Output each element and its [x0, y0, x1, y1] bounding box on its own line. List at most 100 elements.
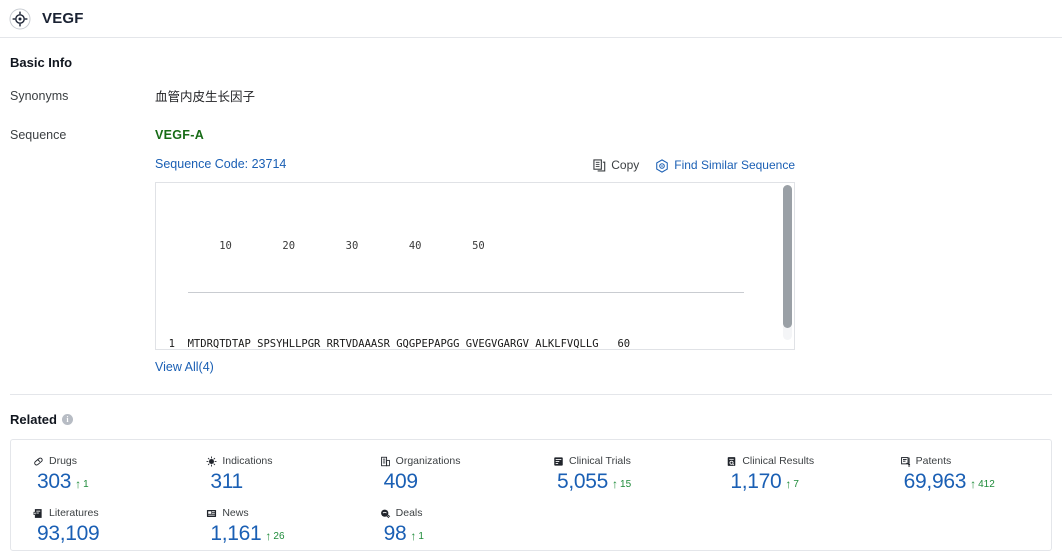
arrow-up-icon: ↑ [75, 477, 82, 491]
sequence-line: 1 MTDRQTDTAP SPSYHLLPGR RRTVDAAASR GQGPE… [156, 335, 794, 350]
sequence-scrollbar-thumb[interactable] [783, 185, 792, 328]
page-title: VEGF [42, 10, 84, 27]
metric-clinical-trials[interactable]: Clinical Trials 5,055 ↑ 15 [531, 454, 704, 494]
related-heading-row: Related i [10, 412, 1052, 427]
metric-head: News [206, 506, 357, 520]
metric-delta: ↑ 1 [75, 477, 89, 491]
metric-value: 69,963 [903, 470, 967, 493]
sequence-scrollbar[interactable] [783, 185, 792, 340]
metric-delta: ↑ 412 [970, 477, 995, 491]
sequence-viewer-content: 10 20 30 40 50 1 MTDRQTDTAP SPSYHLLPGR R… [156, 183, 794, 350]
view-all-link[interactable]: View All(4) [155, 359, 214, 376]
patent-icon [900, 456, 911, 467]
metric-body: 98 ↑ 1 [380, 522, 531, 546]
copy-button[interactable]: Copy [593, 157, 639, 174]
sequence-ruler-ticks: 10 20 30 40 50 [156, 240, 485, 252]
sequence-row: Sequence VEGF-A Sequence Code: 23714 Cop… [10, 127, 1052, 376]
arrow-up-icon: ↑ [970, 477, 977, 491]
find-similar-label: Find Similar Sequence [674, 158, 795, 172]
target-icon [8, 7, 32, 31]
metric-value: 303 [37, 470, 72, 493]
metric-head: Clinical Results [726, 454, 877, 468]
metric-delta: ↑ 1 [410, 530, 424, 542]
metric-value: 1,161 [210, 522, 262, 545]
metric-body: 1,161 ↑ 26 [206, 522, 357, 546]
metric-organizations[interactable]: Organizations 409 [358, 454, 531, 494]
newspaper-icon [206, 508, 217, 519]
metric-delta-value: 1 [418, 530, 424, 542]
metric-head: Drugs [33, 454, 184, 468]
metric-value: 98 [383, 522, 407, 545]
metric-value: 5,055 [556, 470, 609, 493]
metric-body: 5,055 ↑ 15 [553, 470, 704, 494]
metric-news[interactable]: News 1,161 ↑ 26 [184, 506, 357, 546]
metric-delta-value: 7 [793, 478, 799, 490]
section-divider [10, 394, 1052, 395]
sequence-rows: 1 MTDRQTDTAP SPSYHLLPGR RRTVDAAASR GQGPE… [156, 335, 794, 350]
metric-body: 311 [206, 470, 357, 494]
metric-value: 93,109 [37, 522, 100, 545]
basic-info-heading: Basic Info [10, 55, 73, 70]
metric-head: Patents [900, 454, 1051, 468]
related-heading: Related [10, 412, 57, 427]
sequence-line-start: 1 [156, 338, 188, 350]
metric-indications[interactable]: Indications 311 [184, 454, 357, 494]
info-icon[interactable]: i [61, 414, 73, 425]
metric-label: Patents [915, 455, 952, 467]
metric-head: Organizations [380, 454, 531, 468]
synonyms-value: 血管内皮生长因子 [155, 89, 256, 104]
handshake-icon [380, 508, 391, 519]
metric-value: 409 [383, 470, 418, 493]
metric-value: 311 [210, 470, 243, 493]
arrow-up-icon: ↑ [265, 529, 272, 543]
synonyms-row: Synonyms 血管内皮生长因子 [10, 88, 1052, 105]
metric-literatures[interactable]: Literatures 93,109 [11, 506, 184, 546]
copy-icon [593, 159, 606, 172]
metric-head: Indications [206, 454, 357, 468]
clipboard-icon [553, 456, 564, 467]
sequence-block: VEGF-A Sequence Code: 23714 Copy Find Si… [155, 127, 1052, 376]
sequence-line-residues: MTDRQTDTAP SPSYHLLPGR RRTVDAAASR GQGPEPA… [187, 338, 599, 350]
metric-patents[interactable]: Patents 69,963 ↑ 412 [878, 454, 1051, 494]
metric-label: Clinical Trials [568, 455, 631, 467]
metric-deals[interactable]: Deals 98 ↑ 1 [358, 506, 531, 546]
copy-label: Copy [611, 158, 640, 172]
metric-body: 409 [380, 470, 531, 494]
related-metrics-card: Drugs 303 ↑ 1 Indications 311 Organizations 409… [10, 439, 1052, 551]
book-icon [33, 508, 44, 519]
metric-delta: ↑ 15 [612, 477, 632, 491]
metric-label: Literatures [49, 507, 99, 519]
sequence-ruler-line [188, 292, 744, 293]
sequence-name: VEGF-A [155, 128, 205, 142]
metric-delta-value: 26 [273, 530, 285, 542]
metric-label: Drugs [49, 455, 78, 467]
building-icon [380, 456, 391, 467]
metric-drugs[interactable]: Drugs 303 ↑ 1 [11, 454, 184, 494]
synonyms-label: Synonyms [10, 89, 69, 103]
results-icon [726, 456, 737, 467]
arrow-up-icon: ↑ [612, 477, 619, 491]
find-similar-icon [655, 158, 669, 173]
metric-delta-value: 15 [620, 478, 632, 490]
sequence-viewer[interactable]: 10 20 30 40 50 1 MTDRQTDTAP SPSYHLLPGR R… [155, 182, 795, 350]
page-content: Basic Info Synonyms 血管内皮生长因子 Sequence VE… [0, 55, 1062, 551]
metric-label: Organizations [395, 455, 461, 467]
metric-head: Literatures [33, 506, 184, 520]
metric-delta: ↑ 7 [785, 477, 799, 491]
metric-body: 1,170 ↑ 7 [726, 470, 877, 494]
find-similar-sequence-button[interactable]: Find Similar Sequence [655, 157, 795, 174]
page-header: VEGF [0, 0, 1062, 38]
metric-head: Deals [380, 506, 531, 520]
metric-body: 69,963 ↑ 412 [900, 470, 1051, 494]
metric-clinical-results[interactable]: Clinical Results 1,170 ↑ 7 [704, 454, 877, 494]
metric-head: Clinical Trials [553, 454, 704, 468]
metric-label: Indications [222, 455, 273, 467]
virus-icon [206, 456, 217, 467]
metric-body: 303 ↑ 1 [33, 470, 184, 494]
metric-value: 1,170 [730, 470, 782, 493]
metric-body: 93,109 [33, 522, 184, 546]
arrow-up-icon: ↑ [785, 477, 792, 491]
sequence-label: Sequence [10, 128, 67, 142]
metric-delta-value: 412 [978, 478, 995, 490]
capsule-icon [33, 456, 44, 467]
